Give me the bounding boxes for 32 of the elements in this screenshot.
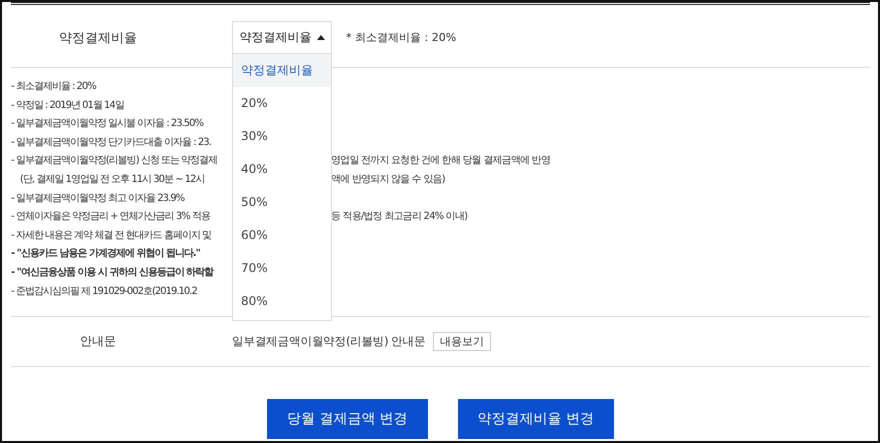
dropdown-option[interactable]: 70% [233, 252, 331, 285]
field-label: 약정결제비율 [59, 30, 137, 47]
note-text: - 일부결제금액이월약정 일시불 이자율 : 23.50% [11, 117, 204, 132]
dropdown-option[interactable]: 80% [233, 285, 331, 318]
note-text: 등 적용/법정 최고금리 24% 이내) [331, 210, 468, 224]
action-button[interactable]: 약정결제비율 변경 [458, 399, 614, 439]
note-text: - 자세한 내용은 계약 체결 전 현대카드 홈페이지 및 [11, 228, 212, 243]
note-text: - 연체이자율은 약정금리 + 연체가산금리 3% 적용 [11, 210, 212, 224]
note-text: (단, 결제일 1영업일 전 오후 11시 30분 ~ 12시 [19, 172, 206, 187]
dropdown-option[interactable]: 40% [233, 153, 331, 186]
dropdown-option[interactable]: 30% [233, 120, 331, 153]
dropdown-option[interactable]: 20% [233, 87, 331, 120]
note-text: - 최소결제비율 : 20% [11, 80, 98, 94]
dropdown-option[interactable]: 약정결제비율 [233, 54, 331, 87]
dropdown-option[interactable]: 50% [233, 186, 331, 219]
note-text: - 일부결제금액이월약정 단기카드대출 이자율 : 23. [11, 136, 212, 150]
guide-text: 일부결제금액이월약정(리볼빙) 안내문 [232, 334, 426, 349]
note-text: - "여신금융상품 이용 시 귀하의 신용등급이 하락할 [11, 266, 215, 280]
note-text: - 준법감시심의필 제 191029-002호(2019.10.2 [11, 284, 198, 299]
hint-text: * 최소결제비율 : 20% [346, 30, 456, 45]
dropdown-option[interactable]: 60% [233, 219, 331, 252]
note-text: - "신용카드 남용은 가계경제에 위협이 됩니다." [11, 247, 201, 262]
action-button[interactable]: 당월 결제금액 변경 [266, 399, 428, 439]
caret-icon [316, 35, 324, 40]
field-label: 안내문 [80, 333, 116, 350]
note-text: 액에 반영되지 않을 수 있음) [331, 172, 445, 187]
ratio-select[interactable]: 약정결제비율 [232, 21, 332, 54]
note-text: - 일부결제금액이월약정 최고 이자율 23.9% [11, 192, 186, 206]
view-content-button[interactable]: 내용보기 [433, 332, 492, 351]
note-text: - 약정일 : 2019년 01월 14일 [11, 98, 125, 113]
note-text: 영업일 전까지 요청한 건에 한해 당월 결제금액에 반영 [331, 154, 550, 168]
note-text: - 일부결제금액이월약정(리볼빙) 신청 또는 약정결제 [11, 154, 218, 168]
